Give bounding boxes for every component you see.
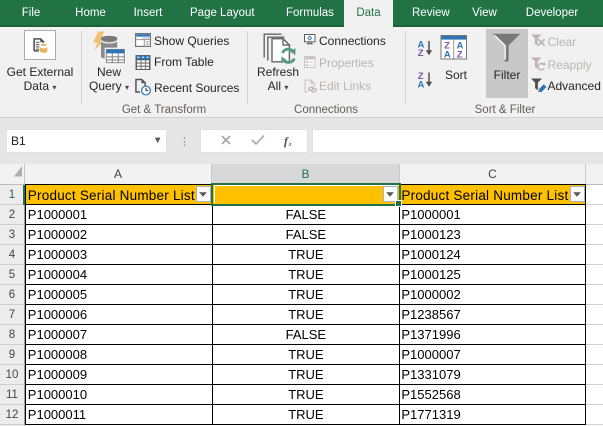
svg-text:A: A — [418, 79, 425, 90]
svg-text:x: x — [288, 139, 293, 148]
svg-text:Z: Z — [418, 48, 424, 59]
svg-text:A: A — [444, 50, 451, 61]
svg-text:Z: Z — [457, 50, 463, 61]
